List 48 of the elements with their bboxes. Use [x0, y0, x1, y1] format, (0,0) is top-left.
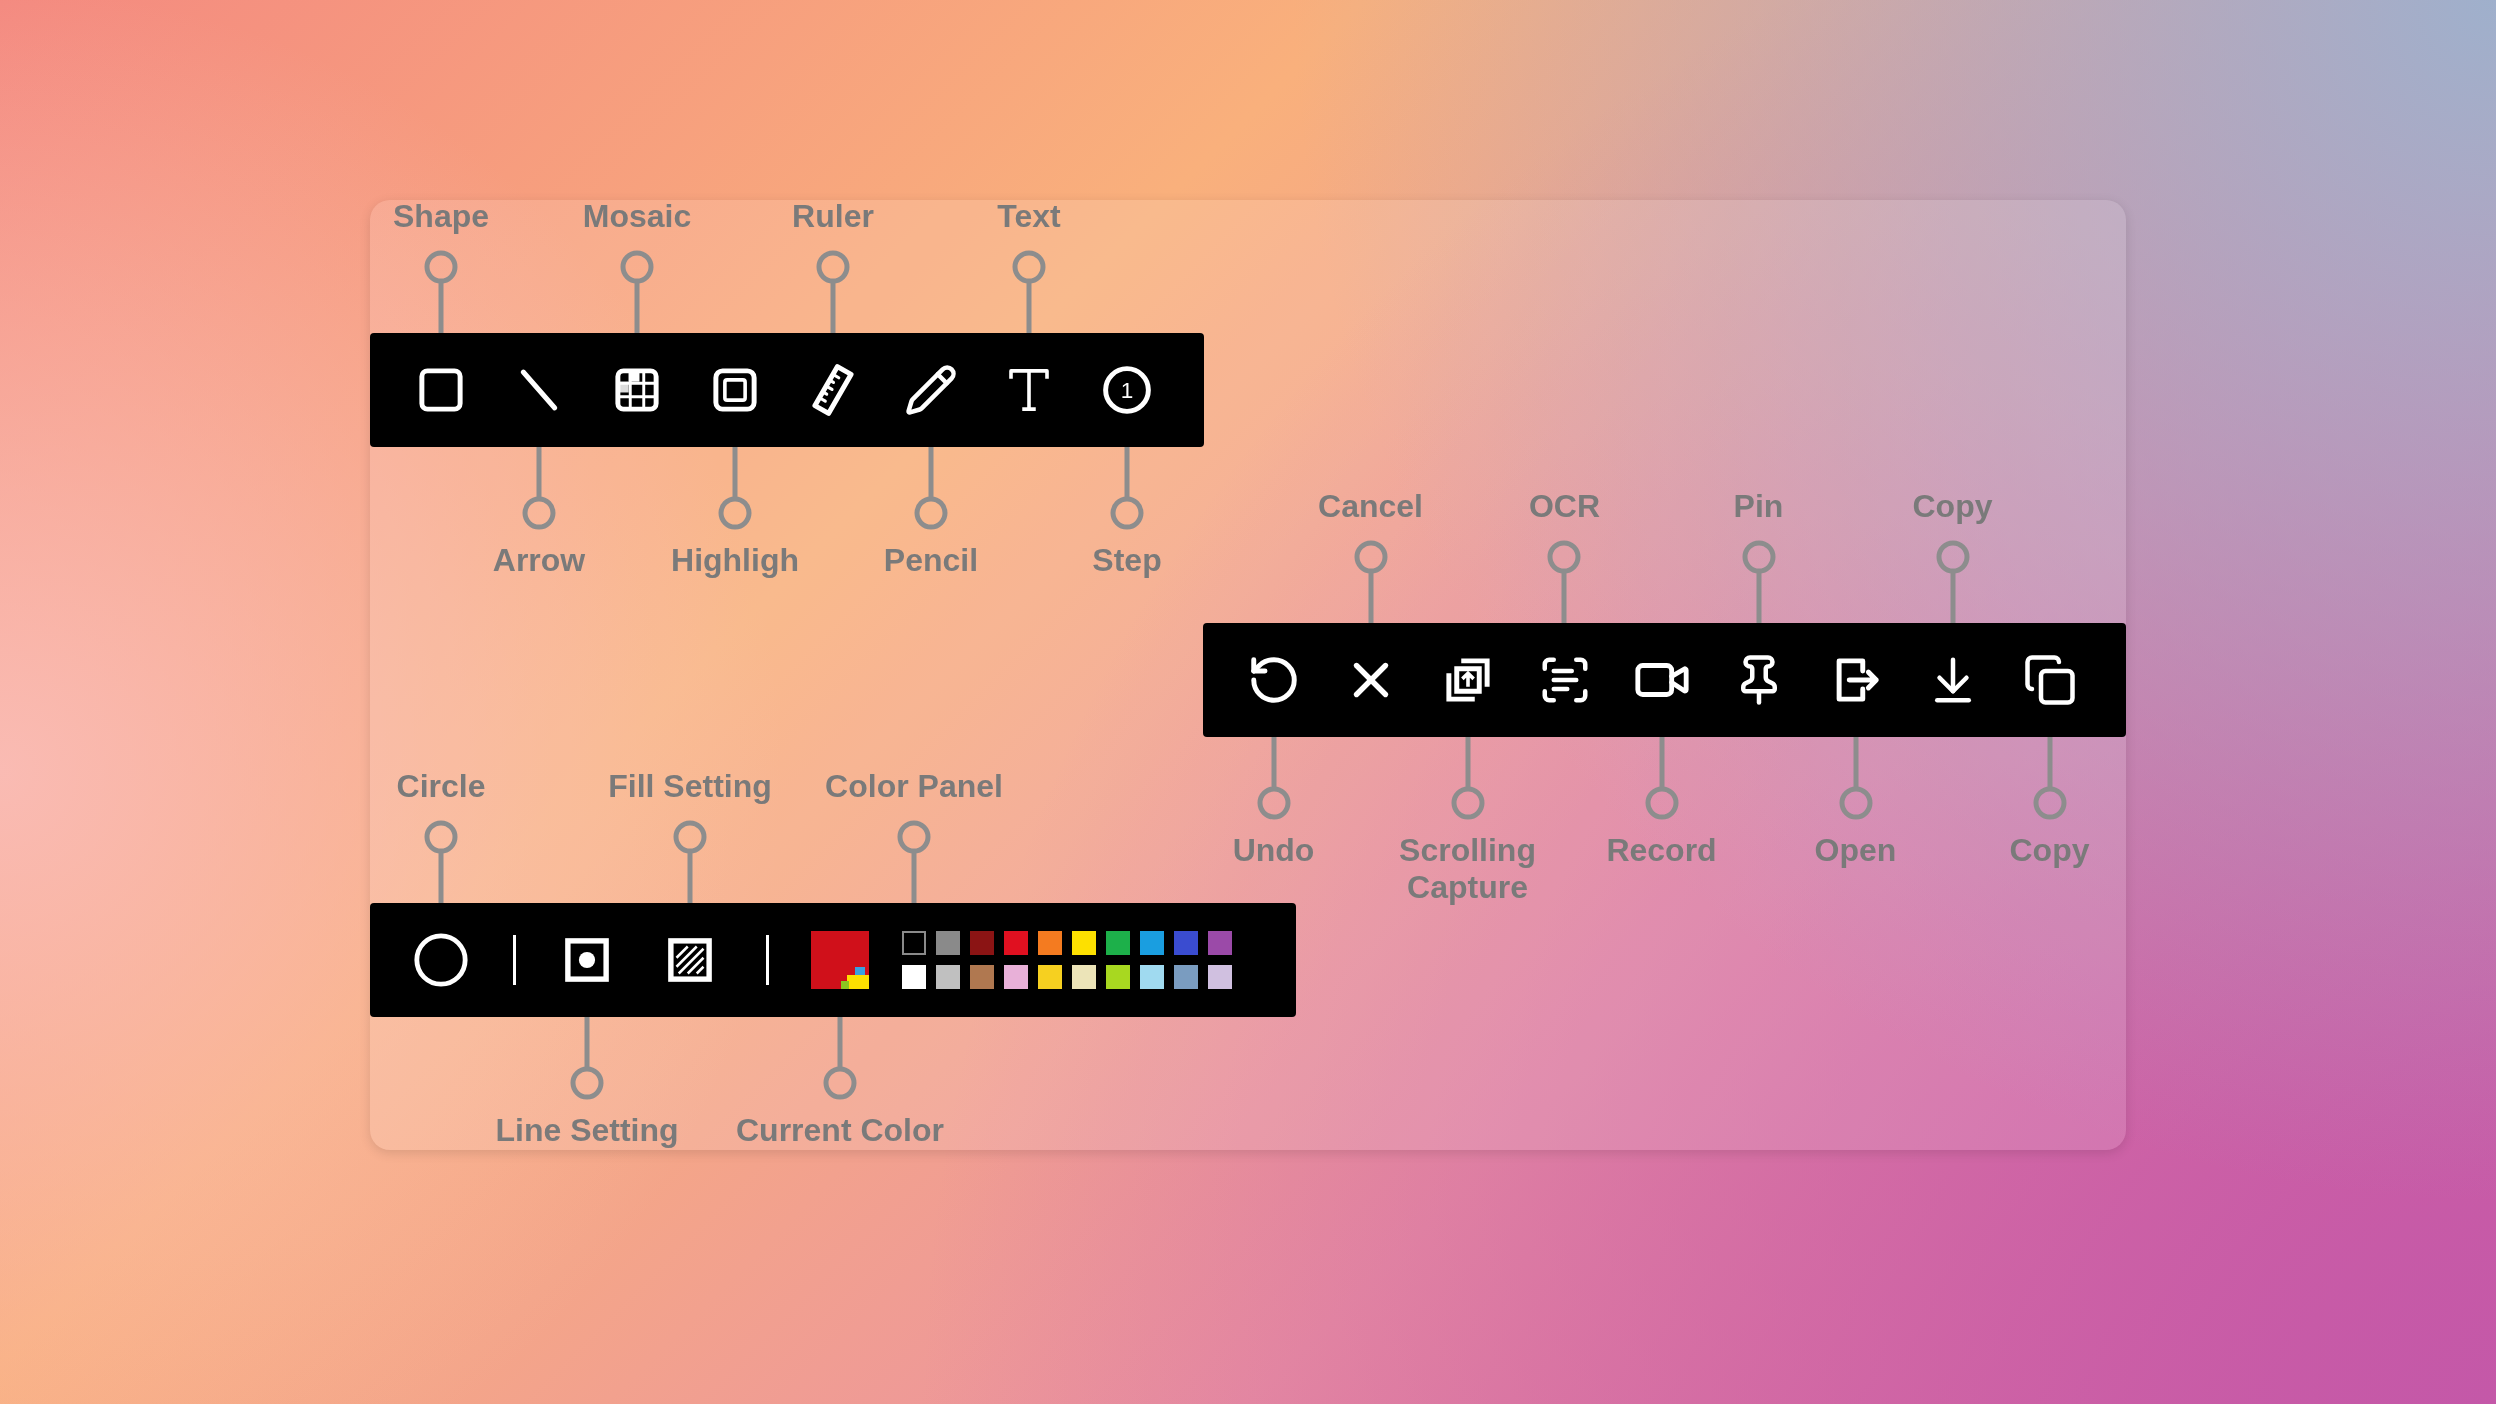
color-swatch[interactable] [970, 931, 994, 955]
color-swatch[interactable] [1072, 931, 1096, 955]
color-swatch[interactable] [1140, 965, 1164, 989]
color-swatch[interactable] [902, 965, 926, 989]
color-swatch[interactable] [1174, 931, 1198, 955]
color-swatch[interactable] [936, 965, 960, 989]
tool-label: Text [997, 198, 1061, 235]
tool-label: Fill Setting [608, 768, 772, 805]
toolbar-button[interactable]: 1 [1078, 333, 1176, 447]
tool-label: Pencil [883, 542, 979, 579]
tool-label: Copy [1912, 488, 1993, 525]
color-swatch[interactable] [1208, 931, 1232, 955]
color-swatch[interactable] [1004, 931, 1028, 955]
tool-label: Color Panel [825, 768, 1003, 805]
tool-label: Circle [396, 768, 486, 805]
color-swatch[interactable] [1106, 965, 1130, 989]
tool-label: Line Setting [495, 1112, 679, 1149]
tool-label: Step [1092, 542, 1162, 579]
tool-label: Ruler [792, 198, 874, 235]
color-swatch[interactable] [936, 931, 960, 955]
color-swatch[interactable] [902, 931, 926, 955]
copy-icon [2022, 653, 2077, 707]
current-color-swatch[interactable] [811, 931, 869, 989]
color-swatch[interactable] [1174, 965, 1198, 989]
tool-label: Open [1814, 832, 1897, 869]
tool-label: Record [1606, 832, 1717, 869]
tool-label: Pin [1733, 488, 1784, 525]
color-swatch[interactable] [1140, 931, 1164, 955]
tool-label: Copy [2009, 832, 2090, 869]
circle-icon [412, 931, 470, 989]
color-swatch[interactable] [1038, 931, 1062, 955]
color-swatch[interactable] [1004, 965, 1028, 989]
color-swatch[interactable] [970, 965, 994, 989]
numbered-circle-icon: 1 [1100, 363, 1154, 417]
tool-label: OCR [1528, 488, 1601, 525]
tool-label: Current Color [736, 1112, 944, 1149]
tool-label: Undo [1232, 832, 1315, 869]
pencil-icon [904, 363, 958, 417]
tool-label: Scrolling Capture [1399, 832, 1536, 906]
tool-label: Mosaic [582, 198, 692, 235]
color-swatch[interactable] [1038, 965, 1062, 989]
color-swatch[interactable] [1208, 965, 1232, 989]
tool-label: Arrow [492, 542, 586, 579]
tool-label: Shape [393, 198, 489, 235]
tool-label: Highligh [671, 542, 799, 579]
color-swatch[interactable] [1072, 965, 1096, 989]
tool-label: Cancel [1318, 488, 1423, 525]
color-swatch[interactable] [1106, 931, 1130, 955]
